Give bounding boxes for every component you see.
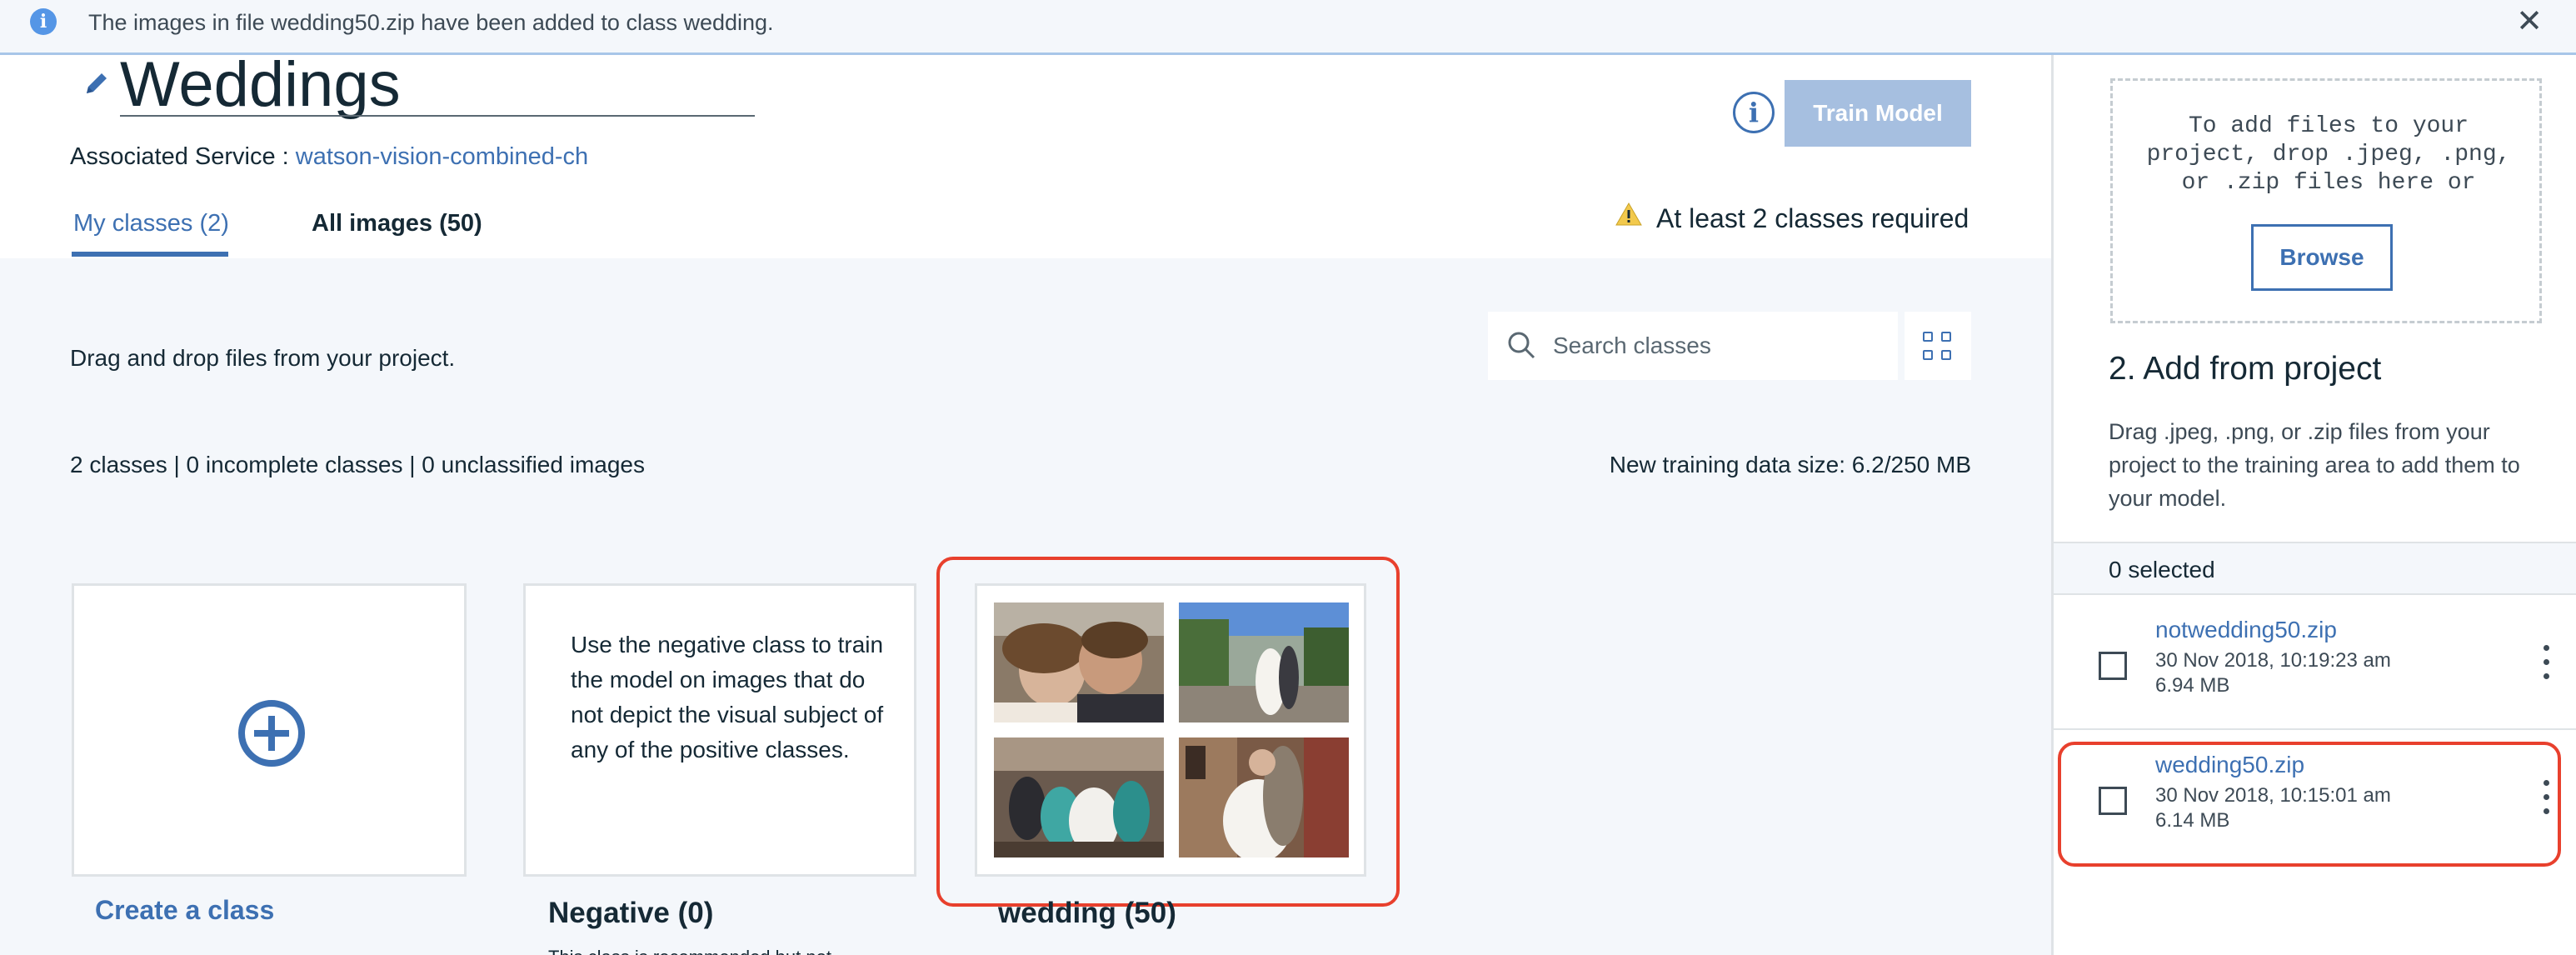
negative-class-description: Use the negative class to train the mode… [571, 632, 884, 762]
negative-class-note: This class is recommended but not requir… [548, 947, 898, 955]
title-underline [120, 115, 755, 117]
associated-service-label: Associated Service : [70, 143, 296, 170]
add-from-project-description: Drag .jpeg, .png, or .zip files from you… [2109, 419, 2520, 511]
wedding-thumbnail-1 [994, 602, 1164, 722]
search-icon [1508, 332, 1535, 359]
file-dropzone[interactable]: To add files to your project, drop .jpeg… [2110, 78, 2542, 323]
create-class-link[interactable]: Create a class [95, 892, 274, 928]
search-input[interactable] [1553, 327, 1886, 365]
warning-icon [1615, 202, 1642, 226]
info-icon: i [30, 8, 57, 35]
wedding-file-highlight [2058, 742, 2561, 867]
negative-class-title: Negative (0) [548, 897, 714, 929]
file-name[interactable]: notwedding50.zip [2155, 615, 2337, 645]
info-circle-icon[interactable]: i [1733, 92, 1775, 133]
active-tab-indicator [72, 252, 228, 257]
class-stats: 2 classes | 0 incomplete classes | 0 unc… [70, 452, 645, 478]
training-area: Drag and drop files from your project. 2… [0, 258, 2051, 955]
project-header: Weddings Associated Service : watson-vis… [0, 49, 2051, 258]
grid-view-icon[interactable] [1905, 312, 1971, 380]
associated-service: Associated Service : watson-vision-combi… [70, 140, 588, 173]
wedding-thumbnail-2 [1179, 602, 1349, 722]
tab-my-classes[interactable]: My classes (2) [73, 207, 229, 240]
add-circle-icon[interactable] [237, 699, 306, 768]
wedding-class-title: wedding (50) [998, 897, 1176, 929]
wedding-thumbnail-4 [1179, 738, 1349, 858]
negative-class-card[interactable]: Use the negative class to train the mode… [523, 583, 916, 877]
checkbox-icon[interactable] [2099, 652, 2127, 680]
selected-count: 0 selected [2109, 557, 2215, 582]
notification-message: The images in file wedding50.zip have be… [88, 10, 774, 35]
tab-all-images[interactable]: All images (50) [312, 207, 482, 240]
wedding-thumbnail-3 [994, 738, 1164, 858]
wedding-class-card[interactable] [975, 583, 1366, 877]
associated-service-link[interactable]: watson-vision-combined-ch [296, 143, 588, 170]
file-size: 6.94 MB [2155, 674, 2230, 697]
training-data-size: New training data size: 6.2/250 MB [1609, 452, 1971, 478]
dropzone-text: To add files to your project, drop .jpeg… [2146, 113, 2511, 196]
search-box [1488, 312, 1898, 380]
close-icon[interactable]: ✕ [2516, 5, 2543, 38]
create-class-card[interactable] [72, 583, 467, 877]
file-date: 30 Nov 2018, 10:19:23 am [2155, 649, 2391, 672]
selection-bar: 0 selected [2054, 542, 2576, 595]
drag-hint: Drag and drop files from your project. [70, 345, 456, 371]
project-title[interactable]: Weddings [120, 43, 401, 127]
add-from-project-title: 2. Add from project [2109, 351, 2382, 387]
main-area: Weddings Associated Service : watson-vis… [0, 49, 2051, 955]
pencil-icon[interactable] [80, 67, 113, 100]
train-model-button[interactable]: Train Model [1785, 80, 1971, 147]
overflow-menu-icon[interactable] [2542, 643, 2550, 683]
file-item[interactable]: notwedding50.zip 30 Nov 2018, 10:19:23 a… [2054, 595, 2576, 730]
browse-button[interactable]: Browse [2251, 224, 2393, 291]
warning-message: At least 2 classes required [1656, 203, 1969, 233]
